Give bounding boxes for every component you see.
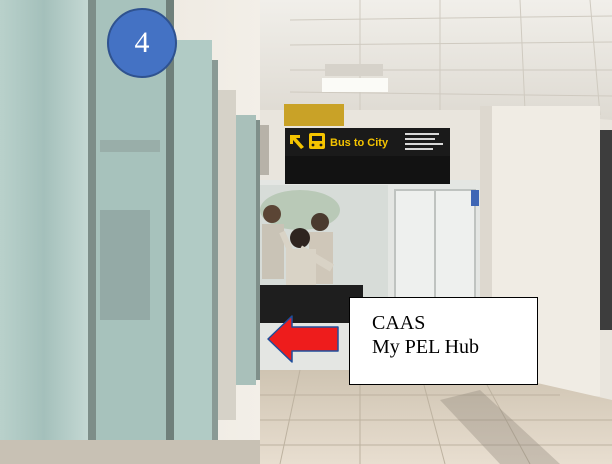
- ceiling-vent: [325, 64, 383, 76]
- step-number: 4: [134, 26, 150, 59]
- location-callout: CAAS My PEL Hub: [349, 297, 538, 385]
- distant-sign: [284, 104, 344, 126]
- step-number-badge: 4: [107, 8, 177, 78]
- overhead-sign: Bus to City: [285, 128, 450, 184]
- wall-plaque: [471, 190, 479, 206]
- far-right-opening: [600, 130, 612, 330]
- bus-icon: [309, 133, 325, 149]
- photo-scene: Bus to City: [0, 0, 612, 464]
- ceiling-light: [322, 78, 388, 92]
- callout-line-1: CAAS: [372, 312, 426, 334]
- callout-line-2: My PEL Hub: [372, 336, 480, 358]
- sign-label: Bus to City: [330, 137, 389, 149]
